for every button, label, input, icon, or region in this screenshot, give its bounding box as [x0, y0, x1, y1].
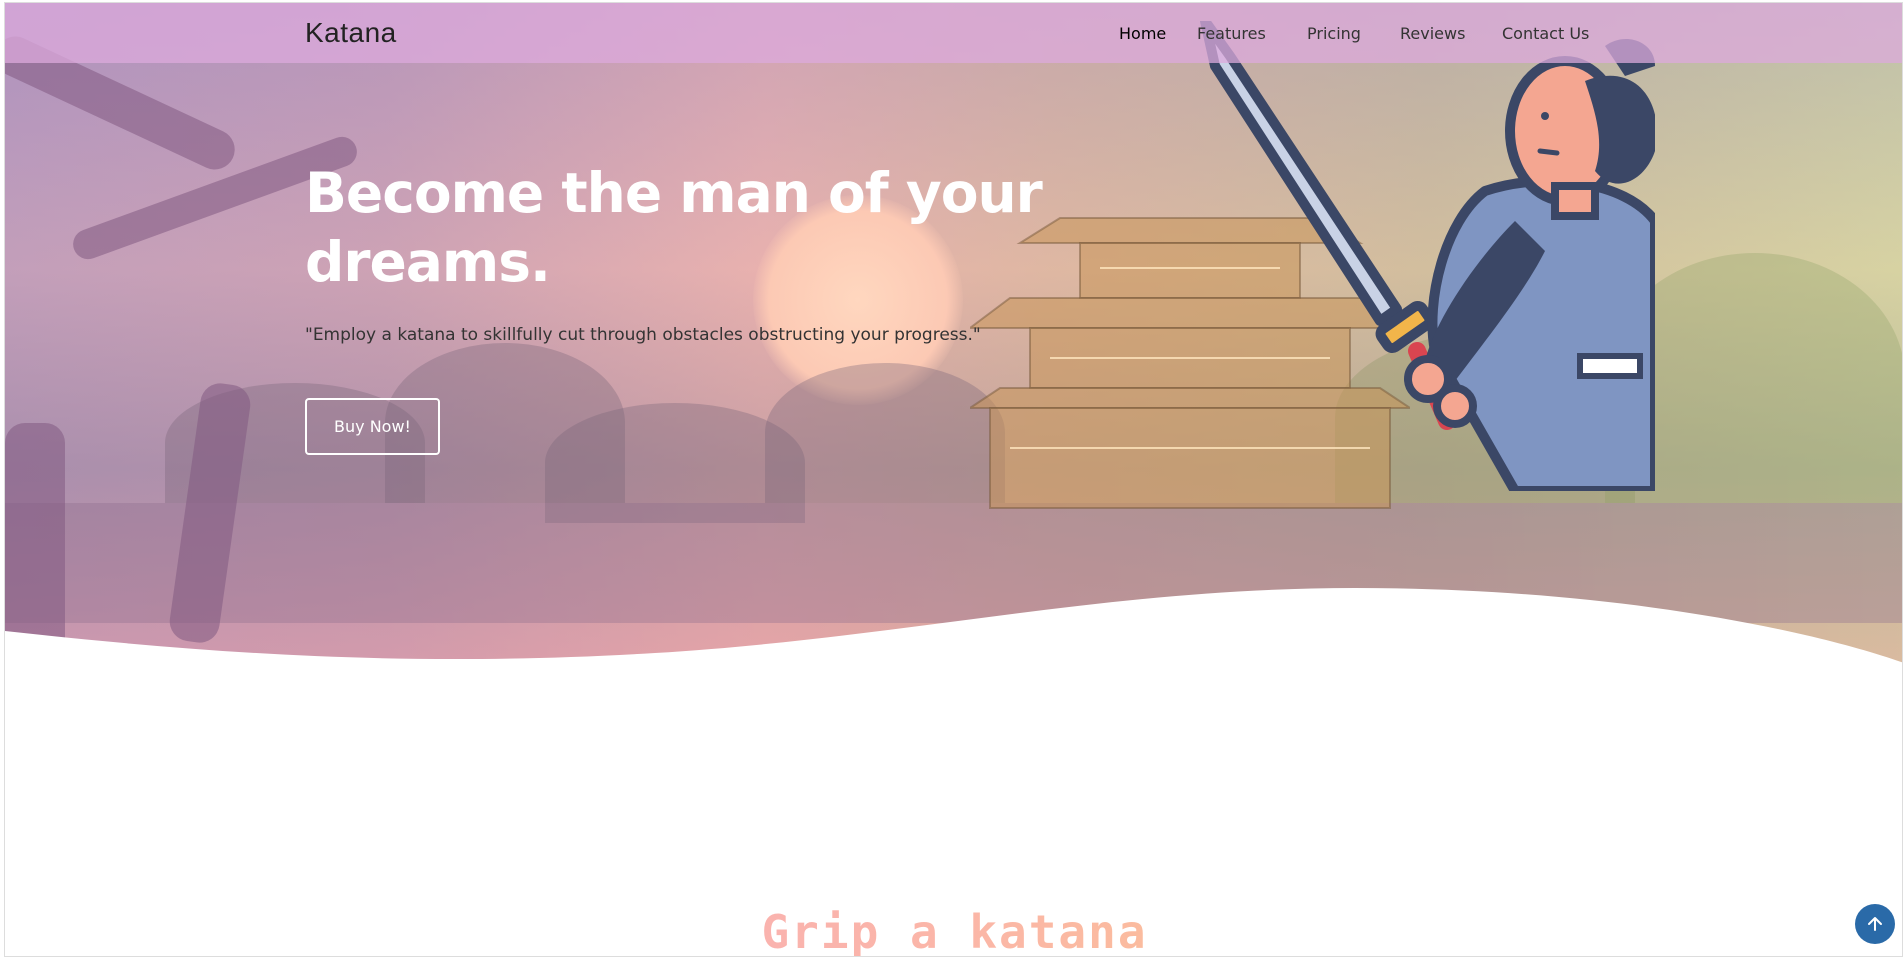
brand-logo[interactable]: Katana: [305, 17, 397, 49]
hero-headline: Become the man of your dreams.: [305, 161, 1043, 294]
nav-home[interactable]: Home: [1119, 24, 1166, 43]
nav-reviews[interactable]: Reviews: [1400, 24, 1465, 43]
navbar: Katana Home Features Pricing Reviews Con…: [5, 3, 1902, 63]
scroll-to-top-button[interactable]: [1855, 904, 1895, 944]
tree-silhouette: [765, 363, 1005, 503]
page: Katana Home Features Pricing Reviews Con…: [4, 2, 1903, 957]
wave-divider: [5, 588, 1902, 668]
nav-pricing[interactable]: Pricing: [1307, 24, 1361, 43]
hero-quote: "Employ a katana to skillfully cut throu…: [305, 325, 981, 345]
buy-now-button[interactable]: Buy Now!: [305, 398, 440, 455]
nav-features[interactable]: Features: [1197, 24, 1266, 43]
nav-contact-us[interactable]: Contact Us: [1502, 24, 1589, 43]
section-tagline: Grip a katana: [5, 905, 1902, 956]
samurai-illustration: [1200, 21, 1655, 491]
arrow-up-icon: [1868, 917, 1882, 931]
hero-section: Katana Home Features Pricing Reviews Con…: [5, 3, 1902, 668]
